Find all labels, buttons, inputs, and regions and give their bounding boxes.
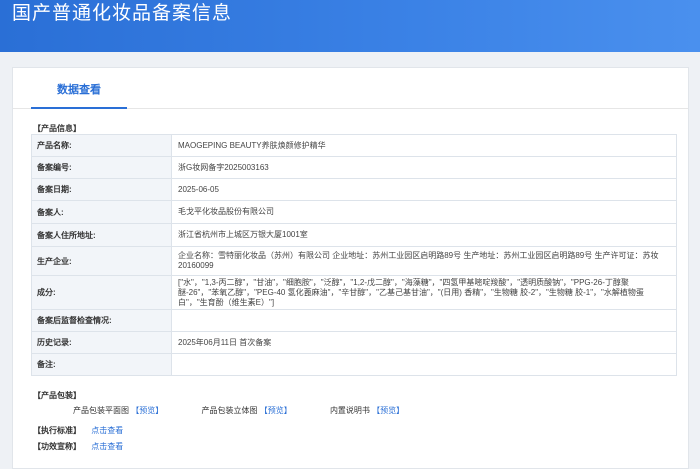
standards-line: 【执行标准】 点击查看	[33, 425, 123, 436]
table-row: 备案人住所地址: 浙江省杭州市上城区万银大厦1001室	[31, 223, 677, 247]
row-label: 成分:	[31, 275, 172, 310]
preview-link-manual[interactable]: 【预览】	[372, 406, 404, 415]
product-info-section-title: 【产品信息】	[33, 124, 81, 133]
preview-link-3d[interactable]: 【预览】	[260, 406, 292, 415]
table-row: 生产企业: 企业名称：雪特丽化妆品（苏州）有限公司 企业地址：苏州工业园区启明路…	[31, 246, 677, 276]
table-row: 备案后监督检查情况:	[31, 309, 677, 332]
row-value: 2025年06月11日 首次备案	[171, 331, 677, 354]
row-value	[171, 353, 677, 376]
table-row: 备注:	[31, 353, 677, 376]
efficacy-label: 【功效宣称】	[33, 442, 81, 451]
table-row: 产品名称: MAOGEPING BEAUTY养肤焕颜修护精华	[31, 134, 677, 157]
row-value: MAOGEPING BEAUTY养肤焕颜修护精华	[171, 134, 677, 157]
table-row: 成分: ["水"，"1,3-丙二醇"，"甘油"，"细胞胺"，"泛醇"，"1,2-…	[31, 275, 677, 310]
preview-link-flat[interactable]: 【预览】	[131, 406, 163, 415]
packaging-item-label: 产品包装立体图	[201, 406, 258, 415]
row-label: 备案日期:	[31, 178, 172, 201]
row-label: 历史记录:	[31, 331, 172, 354]
standards-label: 【执行标准】	[33, 426, 81, 435]
row-label: 产品名称:	[31, 134, 172, 157]
row-value	[171, 309, 677, 332]
row-value: 浙江省杭州市上城区万银大厦1001室	[171, 223, 677, 247]
row-label: 备案人住所地址:	[31, 223, 172, 247]
row-value: ["水"，"1,3-丙二醇"，"甘油"，"细胞胺"，"泛醇"，"1,2-戊二醇"…	[171, 275, 677, 310]
packaging-item-label: 内置说明书	[329, 406, 370, 415]
row-label: 备案人:	[31, 200, 172, 224]
tab-bar: 数据查看	[13, 68, 688, 109]
row-value: 毛戈平化妆品股份有限公司	[171, 200, 677, 224]
row-value: 企业名称：雪特丽化妆品（苏州）有限公司 企业地址：苏州工业园区启明路89号 生产…	[171, 246, 677, 276]
packaging-item-label: 产品包装平面图	[73, 406, 129, 415]
packaging-item-3d: 产品包装立体图 【预览】	[201, 405, 291, 416]
efficacy-view-link[interactable]: 点击查看	[91, 442, 123, 451]
row-label: 备注:	[31, 353, 172, 376]
table-row: 历史记录: 2025年06月11日 首次备案	[31, 331, 677, 354]
packaging-section-title: 【产品包装】	[33, 391, 81, 400]
efficacy-line: 【功效宣称】 点击查看	[33, 441, 123, 452]
row-value: 2025-06-05	[171, 178, 677, 201]
table-row: 备案编号: 浙G妆网备字2025003163	[31, 156, 677, 179]
product-info-table: 产品名称: MAOGEPING BEAUTY养肤焕颜修护精华 备案编号: 浙G妆…	[31, 134, 677, 376]
content-card: 数据查看 【产品信息】 产品名称: MAOGEPING BEAUTY养肤焕颜修护…	[12, 67, 689, 469]
page-title: 国产普通化妆品备案信息	[12, 2, 233, 24]
row-value: 浙G妆网备字2025003163	[171, 156, 677, 179]
page-banner: 国产普通化妆品备案信息	[0, 0, 700, 52]
packaging-item-manual: 内置说明书 【预览】	[330, 405, 404, 416]
table-row: 备案人: 毛戈平化妆品股份有限公司	[31, 200, 677, 224]
row-label: 备案后监督检查情况:	[31, 309, 172, 332]
tab-data-view[interactable]: 数据查看	[31, 68, 127, 109]
table-row: 备案日期: 2025-06-05	[31, 178, 677, 201]
row-label: 备案编号:	[31, 156, 172, 179]
row-label: 生产企业:	[31, 246, 172, 276]
standards-view-link[interactable]: 点击查看	[91, 426, 123, 435]
packaging-list: 产品包装平面图 【预览】 产品包装立体图 【预览】 内置说明书 【预览】	[73, 405, 440, 417]
packaging-item-flat: 产品包装平面图 【预览】	[73, 405, 163, 416]
